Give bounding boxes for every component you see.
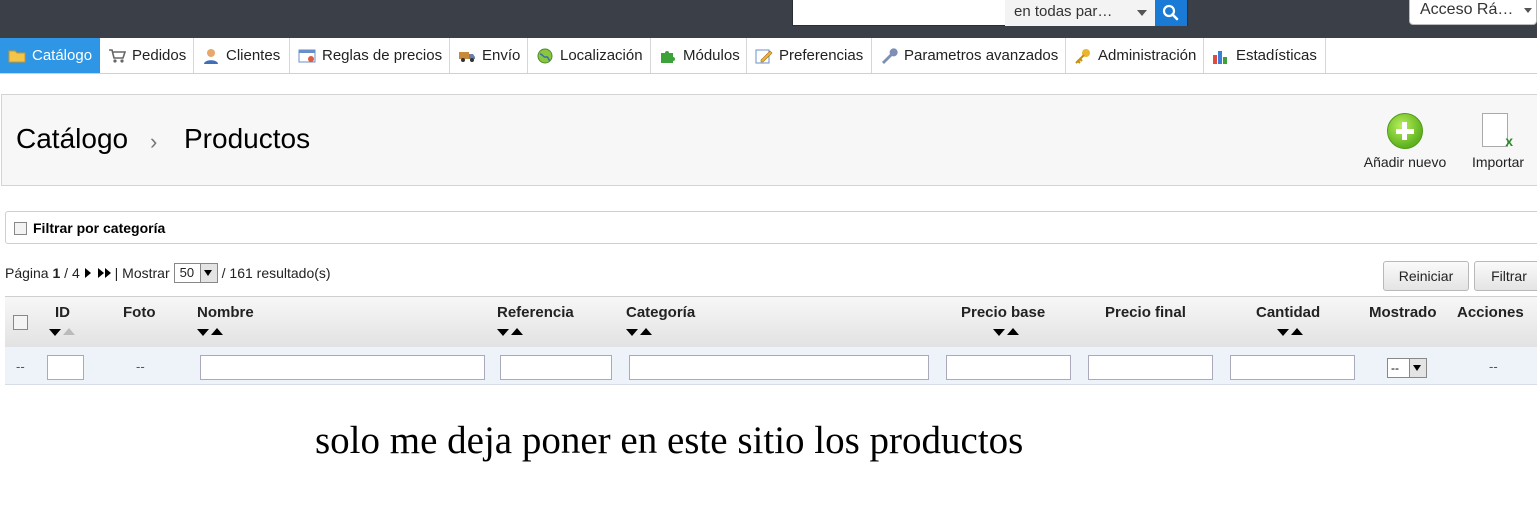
- filter-referencia-input[interactable]: [500, 355, 612, 380]
- reset-button[interactable]: Reiniciar: [1383, 261, 1469, 291]
- tab-label: Catálogo: [32, 47, 93, 64]
- filter-nombre-input[interactable]: [200, 355, 485, 380]
- search-button[interactable]: [1155, 0, 1187, 26]
- current-page: 1: [52, 265, 61, 281]
- search-scope-label: en todas par…: [1014, 3, 1113, 20]
- filter-mostrado-value: --: [1391, 361, 1399, 375]
- tab-localizacion[interactable]: Localización: [528, 38, 651, 73]
- filter-precio-final-input[interactable]: [1088, 355, 1213, 380]
- excel-file-icon: x: [1482, 113, 1513, 149]
- chevron-down-icon: [199, 264, 217, 282]
- main-menu: Catálogo Pedidos Clientes Reglas de prec…: [0, 38, 1537, 74]
- filter-cantidad-input[interactable]: [1230, 355, 1355, 380]
- tab-label: Estadísticas: [1236, 47, 1317, 64]
- import-button[interactable]: x Importar: [1462, 111, 1534, 171]
- tab-preferencias[interactable]: Preferencias: [747, 38, 872, 73]
- filter-placeholder: --: [1489, 359, 1498, 374]
- category-filter-checkbox[interactable]: [14, 222, 27, 235]
- tab-label: Preferencias: [779, 47, 864, 64]
- user-icon: [204, 48, 218, 64]
- tab-label: Parametros avanzados: [904, 47, 1059, 64]
- per-page-value: 50: [179, 265, 195, 280]
- cart-icon: [109, 48, 126, 63]
- import-label: Importar: [1471, 154, 1525, 170]
- filter-button[interactable]: Filtrar: [1474, 261, 1537, 291]
- plus-circle-icon: [1387, 113, 1423, 149]
- bar-chart-icon: [1213, 50, 1227, 64]
- results-count: / 161 resultado(s): [221, 265, 331, 281]
- tab-label: Administración: [1098, 47, 1197, 64]
- annotation-caption: solo me deja poner en este sitio los pro…: [315, 419, 1024, 462]
- filter-precio-base-input[interactable]: [946, 355, 1071, 380]
- tab-label: Envío: [482, 47, 521, 64]
- tab-pedidos[interactable]: Pedidos: [100, 38, 194, 73]
- total-pages: / 4: [64, 265, 80, 281]
- filter-categoria-input[interactable]: [629, 355, 929, 380]
- tab-label: Módulos: [683, 47, 740, 64]
- filter-placeholder: --: [16, 359, 25, 374]
- chevron-down-icon: [1409, 359, 1426, 377]
- pagination: Página 1 / 4 | Mostrar 50 / 161 resultad…: [5, 263, 331, 283]
- table-header: ID Foto Nombre Referencia Categoría Prec…: [5, 296, 1537, 347]
- category-filter-panel: Filtrar por categoría: [5, 211, 1537, 244]
- column-header-id[interactable]: ID: [55, 304, 70, 321]
- column-header-acciones: Acciones: [1457, 304, 1524, 321]
- table-filter-row: -- -- -- --: [5, 347, 1537, 385]
- key-icon: [1075, 48, 1090, 64]
- column-header-foto: Foto: [123, 304, 156, 321]
- breadcrumb-separator: ›: [150, 129, 158, 154]
- filter-mostrado-select[interactable]: --: [1387, 358, 1427, 378]
- tab-label: Clientes: [226, 47, 281, 64]
- column-header-categoria[interactable]: Categoría: [626, 304, 695, 321]
- tab-label: Localización: [560, 47, 643, 64]
- tab-reglas-de-precios[interactable]: Reglas de precios: [290, 38, 450, 73]
- column-header-cantidad[interactable]: Cantidad: [1256, 304, 1320, 321]
- page-title: Productos: [184, 123, 311, 154]
- tab-envio[interactable]: Envío: [450, 38, 528, 73]
- next-page-icon[interactable]: [84, 265, 91, 281]
- add-new-label: Añadir nuevo: [1363, 154, 1447, 170]
- puzzle-icon: [661, 50, 675, 63]
- quick-access-select[interactable]: Acceso Rá…: [1409, 0, 1537, 25]
- search-icon: [1162, 4, 1179, 21]
- chevron-down-icon: [1137, 10, 1147, 16]
- show-label: | Mostrar: [114, 265, 170, 281]
- column-header-nombre[interactable]: Nombre: [197, 304, 254, 321]
- select-all-checkbox[interactable]: [13, 315, 28, 330]
- price-tag-icon: [298, 49, 316, 62]
- top-bar: en todas par… Acceso Rá…: [0, 0, 1537, 38]
- chevron-down-icon: [1524, 8, 1532, 13]
- column-header-precio-base[interactable]: Precio base: [961, 304, 1045, 321]
- column-header-referencia[interactable]: Referencia: [497, 304, 574, 321]
- pencil-form-icon: [755, 49, 773, 63]
- quick-access-label: Acceso Rá…: [1420, 1, 1514, 18]
- tab-administracion[interactable]: Administración: [1066, 38, 1204, 73]
- tab-label: Pedidos: [132, 47, 187, 64]
- globe-icon: [537, 48, 553, 63]
- page-label: Página: [5, 265, 49, 281]
- wrench-icon: [882, 47, 898, 64]
- filter-id-input[interactable]: [47, 355, 84, 380]
- tab-parametros-avanzados[interactable]: Parametros avanzados: [872, 38, 1066, 73]
- search-scope-select[interactable]: en todas par…: [1005, 0, 1155, 26]
- filter-placeholder: --: [136, 359, 145, 374]
- add-new-button[interactable]: Añadir nuevo: [1357, 111, 1453, 171]
- column-header-precio-final: Precio final: [1105, 304, 1186, 321]
- truck-icon: [459, 51, 475, 62]
- last-page-icon[interactable]: [97, 265, 111, 281]
- tab-label: Reglas de precios: [322, 47, 443, 64]
- breadcrumb-parent[interactable]: Catálogo: [16, 123, 128, 155]
- column-header-mostrado: Mostrado: [1369, 304, 1437, 321]
- tab-clientes[interactable]: Clientes: [194, 38, 290, 73]
- per-page-select[interactable]: 50: [173, 263, 218, 283]
- tab-modulos[interactable]: Módulos: [651, 38, 747, 73]
- tab-estadisticas[interactable]: Estadísticas: [1204, 38, 1326, 73]
- tab-catalogo[interactable]: Catálogo: [0, 38, 100, 73]
- page-header: Catálogo › Productos Añadir nuevo x Impo…: [1, 94, 1537, 186]
- category-filter-label[interactable]: Filtrar por categoría: [33, 220, 165, 236]
- folder-icon: [8, 50, 26, 62]
